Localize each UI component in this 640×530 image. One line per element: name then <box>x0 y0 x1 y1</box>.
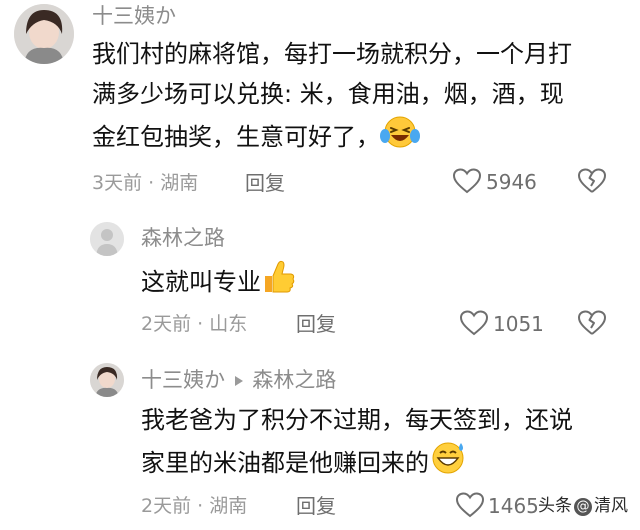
reply-button[interactable]: 回复 <box>296 312 336 336</box>
watermark-name: 清风 <box>594 496 628 516</box>
watermark: 头条 @ 清风 <box>538 495 628 517</box>
like-count: 1465 <box>488 494 539 518</box>
comment-meta: 2天前 · 湖南 <box>141 494 247 518</box>
watermark-at: @ <box>574 498 592 516</box>
comment-text-line: 这就叫专业 <box>141 268 261 296</box>
comment-meta: 3天前 · 湖南 <box>92 171 198 195</box>
broken-heart-icon <box>577 168 607 199</box>
comment-text-line: 金红包抽奖，生意可好了， <box>92 123 380 151</box>
like-count: 5946 <box>486 170 537 194</box>
comment-time: 2天前 <box>141 495 192 517</box>
comment-author[interactable]: 十三姨か <box>141 368 225 392</box>
comment-text-line: 家里的米油都是他赚回来的 <box>141 449 429 477</box>
reply-button[interactable]: 回复 <box>296 494 336 518</box>
broken-heart-icon <box>577 310 607 341</box>
dislike-button[interactable] <box>577 167 607 199</box>
comment-text-line-with-emoji: 家里的米油都是他赚回来的 <box>141 440 573 488</box>
comment-text-line-with-emoji: 金红包抽奖，生意可好了， <box>92 114 572 162</box>
comment-time: 2天前 <box>141 313 192 335</box>
grinning-sweat-emoji <box>429 440 467 488</box>
heart-icon <box>452 167 482 199</box>
avatar[interactable] <box>14 4 74 64</box>
comment-time: 3天前 <box>92 172 143 194</box>
comment-text-line: 我老爸为了积分不过期，每天签到，还说 <box>141 406 573 434</box>
comment-location: 山东 <box>209 313 248 335</box>
comment-header: 十三姨か 森林之路 <box>141 368 336 392</box>
watermark-prefix: 头条 <box>538 496 572 516</box>
comment-author[interactable]: 森林之路 <box>141 226 225 250</box>
comment-text-line-with-emoji: 这就叫专业 <box>141 258 297 308</box>
like-count: 1051 <box>493 312 544 336</box>
meta-separator: · <box>197 313 204 335</box>
avatar[interactable] <box>90 363 124 397</box>
reply-button[interactable]: 回复 <box>245 171 285 195</box>
laughing-tears-emoji <box>380 114 420 162</box>
comment-meta: 2天前 · 山东 <box>141 312 247 336</box>
reply-target[interactable]: 森林之路 <box>252 368 336 392</box>
avatar[interactable] <box>90 222 124 256</box>
reply-arrow-icon <box>234 368 244 392</box>
meta-separator: · <box>197 495 204 517</box>
thumbs-up-emoji <box>261 258 297 308</box>
heart-icon <box>455 491 485 523</box>
heart-icon <box>459 309 489 341</box>
comment-text-line: 满多少场可以兑换: 米，食用油，烟，酒，现 <box>92 80 564 108</box>
comment-location: 湖南 <box>209 495 248 517</box>
comment-author[interactable]: 十三姨か <box>92 4 176 28</box>
comment-location: 湖南 <box>160 172 199 194</box>
meta-separator: · <box>148 172 155 194</box>
comment-text-line: 我们村的麻将馆，每打一场就积分，一个月打 <box>92 40 572 68</box>
dislike-button[interactable] <box>577 309 607 341</box>
